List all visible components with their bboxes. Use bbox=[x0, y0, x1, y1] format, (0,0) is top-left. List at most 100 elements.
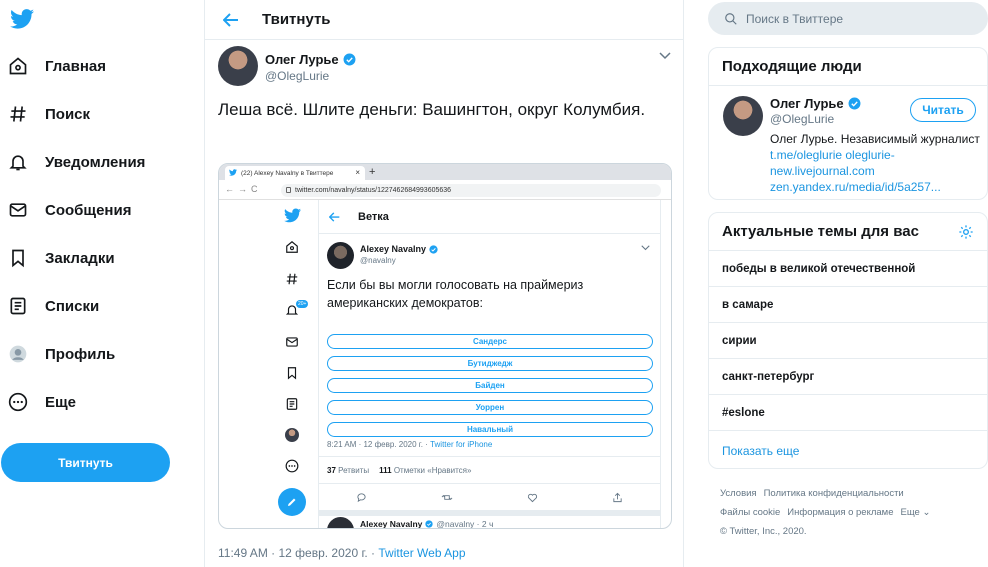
sidebar-item-label: Сообщения bbox=[45, 201, 132, 219]
chevron-down-icon bbox=[641, 245, 650, 251]
heart-icon bbox=[527, 492, 538, 503]
sidebar-item-notifications[interactable]: Уведомления bbox=[0, 142, 200, 182]
poll-option: Байден bbox=[327, 378, 653, 393]
bookmark-icon bbox=[0, 248, 36, 268]
home-icon bbox=[282, 240, 302, 254]
sidebar-item-label: Закладки bbox=[45, 249, 115, 267]
bookmark-icon bbox=[282, 366, 302, 380]
tweet-timestamp: 11:49 AM · 12 февр. 2020 г. · Twitter We… bbox=[218, 546, 466, 560]
verified-badge-icon bbox=[425, 520, 434, 528]
sidebar-item-messages[interactable]: Сообщения bbox=[0, 190, 200, 230]
envelope-icon bbox=[282, 335, 302, 349]
sidebar-item-label: Главная bbox=[45, 57, 107, 75]
footer-links: Файлы cookie Информация о рекламе Еще ⌄ bbox=[720, 507, 930, 518]
reply-icon bbox=[356, 492, 367, 503]
gear-icon[interactable] bbox=[958, 224, 974, 240]
footer-link-ads[interactable]: Информация о рекламе bbox=[787, 507, 893, 518]
sidebar-item-label: Поиск bbox=[45, 105, 91, 123]
page-title: Твитнуть bbox=[262, 11, 331, 28]
browser-url: twitter.com/navalny/status/1227462684993… bbox=[281, 184, 661, 197]
twitter-logo-icon[interactable] bbox=[10, 8, 34, 30]
search-placeholder: Поиск в Твиттере bbox=[746, 11, 844, 26]
embedded-tweet-meta: 8:21 AM · 12 февр. 2020 г. · Twitter for… bbox=[327, 440, 493, 449]
poll-option: Уоррен bbox=[327, 400, 653, 415]
sidebar-item-bookmarks[interactable]: Закладки bbox=[0, 238, 200, 278]
suggested-user-name[interactable]: Олег Лурье bbox=[770, 96, 861, 111]
trend-item[interactable]: победы в великой отечественной bbox=[709, 251, 987, 287]
sidebar-item-profile[interactable]: Профиль bbox=[0, 334, 200, 374]
home-icon bbox=[0, 56, 36, 76]
sidebar-item-home[interactable]: Главная bbox=[0, 46, 200, 86]
sidebar-item-explore[interactable]: Поиск bbox=[0, 94, 200, 134]
twitter-logo-icon bbox=[229, 169, 237, 176]
chevron-down-icon[interactable] bbox=[659, 52, 671, 60]
main-column: Твитнуть Олег Лурье @OlegLurie Леша всё.… bbox=[204, 0, 684, 567]
envelope-icon bbox=[0, 200, 36, 220]
tweet-author-name[interactable]: Олег Лурье bbox=[265, 52, 356, 67]
back-arrow-icon[interactable] bbox=[223, 12, 239, 27]
browser-tab: (22) Alexey Navalny в Твиттере × bbox=[225, 166, 365, 180]
embedded-next-author: Alexey Navalny @navalny · 2 ч bbox=[360, 519, 494, 529]
footer-link-cookies[interactable]: Файлы cookie bbox=[720, 507, 780, 518]
hashtag-icon bbox=[0, 104, 36, 124]
more-icon bbox=[282, 459, 302, 473]
who-to-follow-title: Подходящие люди bbox=[709, 48, 987, 86]
footer-links: Условия Политика конфиденциальности bbox=[720, 488, 904, 499]
embedded-author-handle: @navalny bbox=[360, 256, 396, 265]
list-icon bbox=[282, 397, 302, 411]
hashtag-icon bbox=[282, 272, 302, 286]
tweet-media-image[interactable]: (22) Alexey Navalny в Твиттере × + ←→C t… bbox=[218, 163, 672, 529]
sidebar-item-more[interactable]: Еще bbox=[0, 382, 200, 422]
follow-button[interactable]: Читать bbox=[910, 98, 976, 122]
embedded-tweet-text: Если бы вы могли голосовать на праймериз… bbox=[327, 278, 584, 310]
embedded-stats: 37 Ретвиты 111 Отметки «Нравится» bbox=[319, 456, 660, 484]
sidebar-item-lists[interactable]: Списки bbox=[0, 286, 200, 326]
tweet-source-link[interactable]: Twitter Web App bbox=[378, 546, 465, 560]
verified-badge-icon bbox=[848, 97, 861, 110]
chevron-down-icon: ⌄ bbox=[922, 507, 931, 518]
verified-badge-icon bbox=[429, 244, 438, 254]
trend-item[interactable]: #eslone bbox=[709, 395, 987, 431]
bio-links[interactable]: t.me/oleglurie oleglurie-new.livejournal… bbox=[770, 148, 941, 194]
sidebar-item-label: Профиль bbox=[45, 345, 116, 363]
sidebar-item-label: Уведомления bbox=[45, 153, 146, 171]
trends-card: Актуальные темы для вас победы в великой… bbox=[708, 212, 988, 469]
page-header: Твитнуть bbox=[205, 0, 683, 40]
profile-icon bbox=[0, 344, 36, 364]
search-icon bbox=[724, 12, 738, 26]
verified-badge-icon bbox=[343, 53, 356, 66]
show-more-link[interactable]: Показать еще bbox=[709, 431, 987, 468]
search-input[interactable]: Поиск в Твиттере bbox=[708, 2, 988, 35]
compose-icon bbox=[278, 488, 306, 516]
retweet-icon bbox=[441, 492, 453, 503]
trends-title: Актуальные темы для вас bbox=[722, 223, 919, 240]
trend-item[interactable]: сирии bbox=[709, 323, 987, 359]
avatar bbox=[327, 517, 354, 528]
share-icon bbox=[612, 492, 623, 503]
footer-link-more[interactable]: Еще ⌄ bbox=[901, 507, 931, 518]
back-arrow-icon bbox=[329, 211, 340, 222]
trend-item[interactable]: санкт-петербург bbox=[709, 359, 987, 395]
suggested-user-handle[interactable]: @OlegLurie bbox=[770, 112, 834, 126]
footer-link-privacy[interactable]: Политика конфиденциальности bbox=[764, 488, 904, 499]
notifications-badge: 20+ bbox=[296, 300, 309, 308]
poll-option: Сандерс bbox=[327, 334, 653, 349]
new-tab-icon: + bbox=[369, 166, 376, 178]
avatar bbox=[327, 242, 354, 269]
sidebar-item-label: Еще bbox=[45, 393, 77, 411]
embedded-thread: Ветка Alexey Navalny @navalny Если бы вы… bbox=[318, 200, 661, 529]
avatar[interactable] bbox=[218, 46, 258, 86]
embedded-author-name: Alexey Navalny bbox=[360, 244, 438, 254]
trend-item[interactable]: в самаре bbox=[709, 287, 987, 323]
footer-link-terms[interactable]: Условия bbox=[720, 488, 757, 499]
avatar[interactable] bbox=[723, 96, 763, 136]
more-icon bbox=[0, 392, 36, 412]
twitter-logo-icon bbox=[282, 208, 302, 223]
embedded-title: Ветка bbox=[358, 210, 389, 223]
bell-icon bbox=[0, 152, 36, 172]
footer-copyright: © Twitter, Inc., 2020. bbox=[720, 526, 807, 537]
avatar bbox=[282, 428, 302, 442]
tweet-author-handle[interactable]: @OlegLurie bbox=[265, 69, 329, 83]
tweet-button[interactable]: Твитнуть bbox=[1, 443, 170, 482]
who-to-follow-card: Подходящие люди Олег Лурье @OlegLurie Чи… bbox=[708, 47, 988, 200]
